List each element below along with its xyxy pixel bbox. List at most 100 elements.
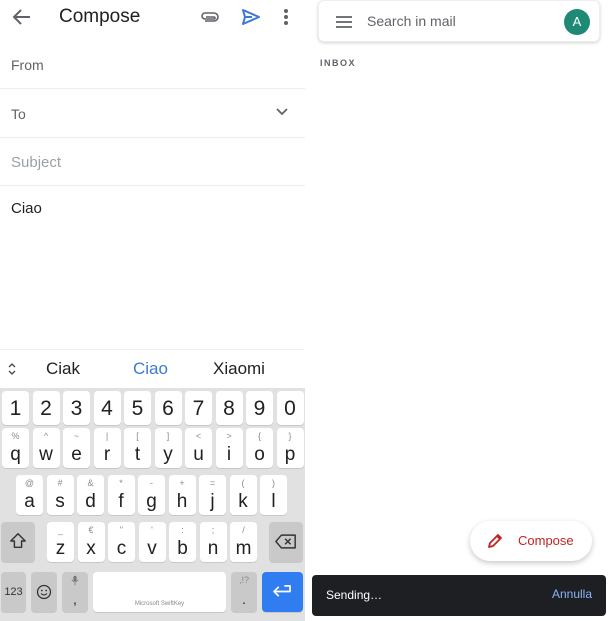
key-alt-label: [ [136,431,139,441]
undo-button[interactable]: Annulla [552,587,592,601]
search-bar[interactable]: Search in mail A [318,0,600,42]
more-vertical-icon[interactable] [278,6,294,28]
key-label: l [271,491,276,512]
key-h[interactable]: + h [168,475,196,515]
key-alt-label: - [150,478,153,488]
key-alt-label: # [57,478,63,488]
period-alt-label: ,!? [238,575,249,585]
comma-label: , [73,591,77,607]
send-icon[interactable] [240,7,262,27]
key-5[interactable]: 5 [124,391,151,425]
from-field[interactable]: From [0,40,305,89]
account-avatar[interactable]: A [564,9,590,35]
key-alt-label: + [179,478,185,488]
backspace-key[interactable] [269,522,303,562]
key-f[interactable]: * f [107,475,135,515]
key-r[interactable]: | r [93,428,121,468]
key-alt-label: ] [166,431,170,441]
compose-toolbar: Compose [0,0,305,36]
key-label: n [207,538,219,559]
key-alt-label: _ [57,525,63,535]
chevron-down-icon[interactable] [275,105,289,119]
key-c[interactable]: " c [108,522,135,562]
back-arrow-icon[interactable] [10,6,34,28]
key-y[interactable]: ] y [154,428,182,468]
key-b[interactable]: :b [169,522,196,562]
key-v[interactable]: ' v [138,522,166,562]
body-text: Ciao [11,200,42,217]
key-m[interactable]: / m [230,522,257,562]
key-z[interactable]: _ z [47,522,74,562]
key-j[interactable]: = j [199,475,226,515]
key-k[interactable]: (k [229,475,257,515]
expand-toggle-icon[interactable] [5,362,19,376]
key-label: b [177,538,188,559]
key-x[interactable]: € x [77,522,105,562]
key-p[interactable]: } p [276,428,304,468]
key-4[interactable]: 4 [93,391,121,425]
emoji-key[interactable] [31,572,57,612]
key-e[interactable]: ~ e [63,428,90,468]
key-alt-label: & [87,478,94,488]
enter-key[interactable] [262,572,303,612]
key-a[interactable]: @ a [16,475,43,515]
key-label: c [116,538,127,559]
key-alt-label: | [105,431,109,441]
period-key[interactable]: ,!? . [231,572,257,612]
key-l[interactable]: ) l [260,475,287,515]
key-d[interactable]: & d [77,475,104,515]
key-3[interactable]: 3 [63,391,90,425]
key-label: m [235,538,252,559]
hamburger-menu-icon[interactable] [335,15,353,29]
key-7[interactable]: 7 [185,391,212,425]
key-q[interactable]: % q [2,428,29,468]
key-alt-label: { [257,431,261,441]
key-1[interactable]: 1 [2,391,29,425]
key-0[interactable]: 0 [276,391,304,425]
key-2[interactable]: 2 [32,391,60,425]
key-i[interactable]: > i [215,428,243,468]
key-u[interactable]: < u [185,428,212,468]
suggestion-1[interactable]: Ciak [46,359,80,379]
key-6[interactable]: 6 [154,391,182,425]
key-label: q [10,444,21,465]
key-s[interactable]: # s [46,475,74,515]
space-key-label: Microsoft SwiftKey [134,601,185,607]
inbox-screen: Search in mail A INBOX Compose Sending… … [310,0,610,621]
symbols-key[interactable]: 123 [1,572,26,612]
compose-fab-label: Compose [518,533,574,548]
key-label: a [24,491,35,512]
to-field[interactable]: To [0,89,305,138]
search-input[interactable]: Search in mail [367,13,456,29]
key-t[interactable]: [t [124,428,151,468]
key-label: s [55,491,65,512]
key-g[interactable]: -g [138,475,165,515]
body-field[interactable] [0,186,305,350]
key-label: y [163,444,173,465]
key-label: z [55,538,66,559]
key-label: x [86,538,96,559]
key-alt-label: / [242,525,245,535]
suggestion-3[interactable]: Xiaomi [213,359,265,379]
key-alt-label: € [88,525,94,535]
key-n[interactable]: ; n [199,522,227,562]
key-label: o [254,444,265,465]
shift-key[interactable] [1,522,35,562]
keyboard: 1234567890 % q ^ w ~ e | r[t] y < u > i{o} p @ a # s & d * f… [0,388,305,621]
key-8[interactable]: 8 [215,391,243,425]
key-alt-label: @ [24,478,35,488]
space-key[interactable]: Microsoft SwiftKey [93,572,226,612]
subject-field[interactable]: Subject [0,138,305,186]
key-w[interactable]: ^ w [32,428,60,468]
key-alt-label: ' [151,525,153,535]
compose-fab-button[interactable]: Compose [470,521,592,561]
emoji-icon [36,584,52,600]
key-alt-label: ( [241,478,245,488]
suggestion-2[interactable]: Ciao [133,359,168,379]
key-9[interactable]: 9 [246,391,273,425]
key-label: k [238,491,248,512]
mic-comma-key[interactable]: , [62,572,88,612]
paperclip-icon[interactable] [199,8,221,26]
key-o[interactable]: {o [246,428,273,468]
key-label: j [210,491,215,512]
